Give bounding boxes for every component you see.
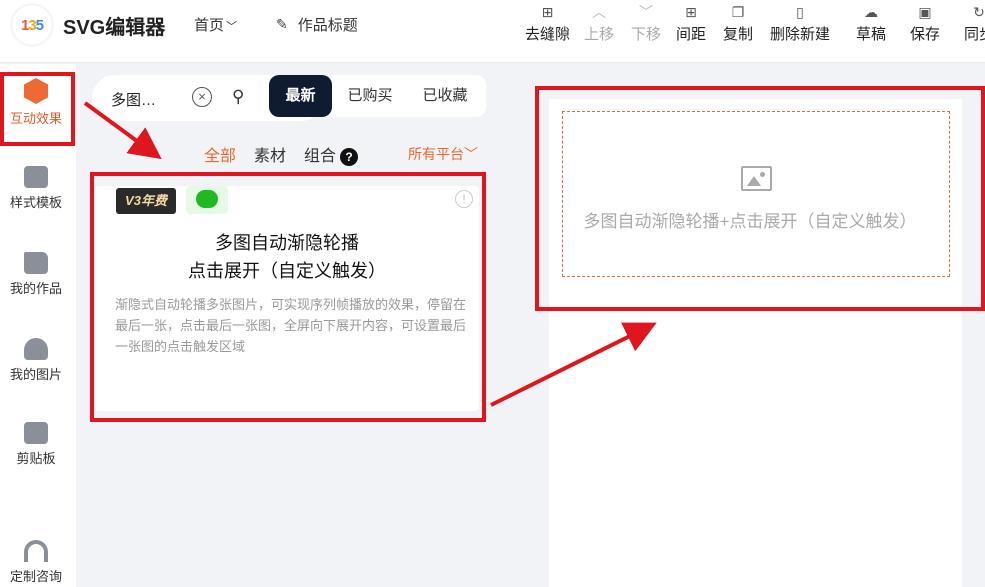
- arrow-rail-to-card: [83, 101, 162, 160]
- arrow-card-to-canvas: [490, 322, 657, 407]
- annotation-arrows: [83, 101, 657, 407]
